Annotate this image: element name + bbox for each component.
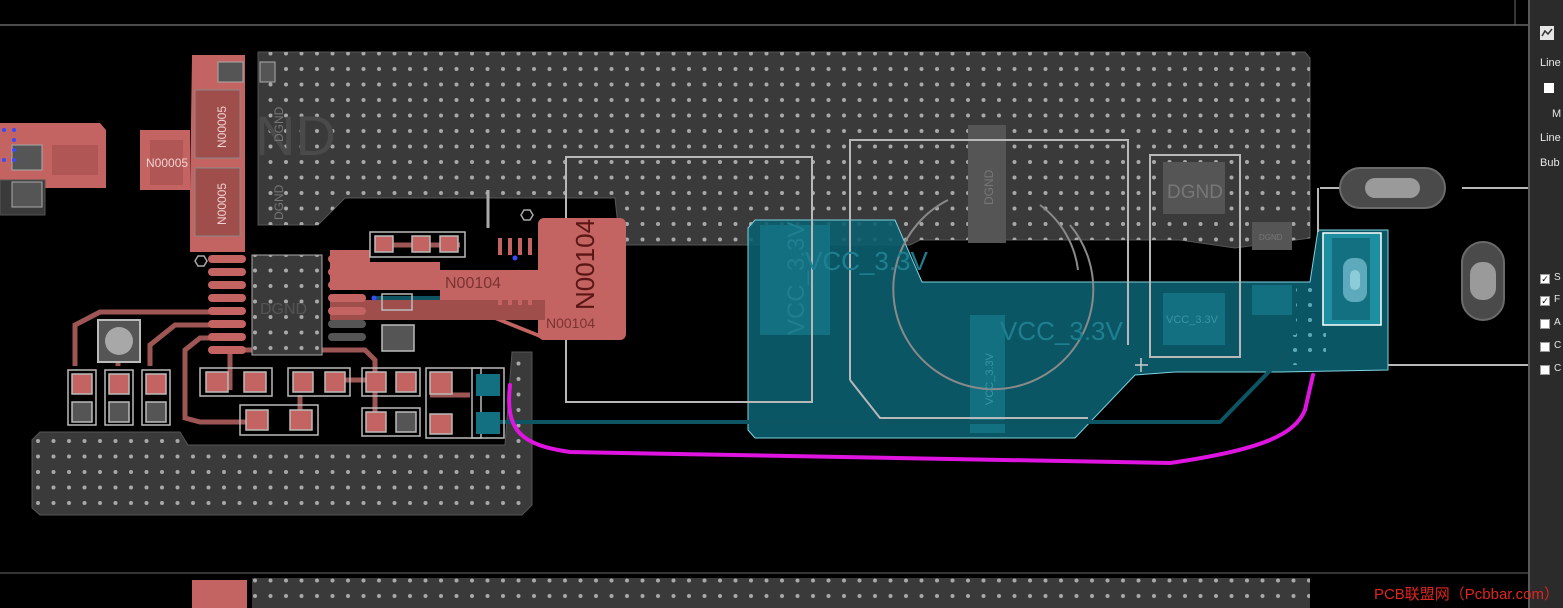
checkbox-s-label: S [1554, 272, 1561, 283]
panel-label-line: Line [1540, 57, 1561, 69]
gnd-pour-top[interactable] [257, 51, 1311, 249]
checkbox-c1[interactable] [1540, 342, 1550, 352]
checkbox-a[interactable] [1540, 319, 1550, 329]
gnd-pour-bottom[interactable] [192, 578, 1310, 608]
properties-panel: Line M Line Bub ✓ S ✓ F A C C [1528, 0, 1563, 608]
net-label: VCC_3.3V [984, 352, 996, 405]
net-label: DGND [260, 301, 307, 318]
net-label: VCC_3.3V [1000, 316, 1123, 346]
net-label: DGND [982, 169, 996, 205]
net-label: VCC_3.3V [1166, 314, 1219, 326]
selected-crystal[interactable] [1322, 232, 1382, 326]
checkbox-f-label: F [1554, 294, 1561, 305]
checkbox-s[interactable]: ✓ [1540, 274, 1550, 284]
pcb-canvas[interactable]: ND N00005 N00005 N00005 N00104 N00104 N0… [0, 0, 1528, 608]
net-label: N00104 [445, 275, 501, 292]
watermark: PCB联盟网（Pcbbar.com） [1373, 586, 1559, 603]
panel-label-bubble: Bub [1540, 157, 1560, 169]
checkbox-f[interactable]: ✓ [1540, 296, 1550, 306]
net-label: DGND [1167, 182, 1223, 203]
checkbox-c2-label: C [1554, 363, 1562, 374]
net-label: N00005 [215, 183, 229, 225]
gnd-label: ND [255, 104, 336, 167]
checkbox-a-label: A [1554, 317, 1561, 328]
panel-label-line-2: Line [1540, 132, 1561, 144]
net-label: VCC_3.3V [805, 246, 928, 276]
net-label: N00005 [146, 156, 188, 170]
checkbox-c2[interactable] [1540, 365, 1550, 375]
panel-label-m: M [1552, 108, 1562, 120]
color-swatch[interactable] [1544, 83, 1554, 93]
net-label: N00104 [570, 219, 600, 310]
net-label: DGND [272, 184, 286, 220]
checkbox-c1-label: C [1554, 340, 1562, 351]
net-label: VCC_3.3V [783, 222, 810, 335]
net-label: N00005 [215, 106, 229, 148]
net-label: N00104 [546, 315, 595, 331]
net-label: DGND [272, 106, 286, 142]
net-label: DGND [1259, 233, 1283, 242]
test-point[interactable] [97, 319, 141, 363]
gnd-pour-bottom-left[interactable] [31, 351, 533, 516]
chart-line-icon[interactable] [1540, 26, 1554, 40]
